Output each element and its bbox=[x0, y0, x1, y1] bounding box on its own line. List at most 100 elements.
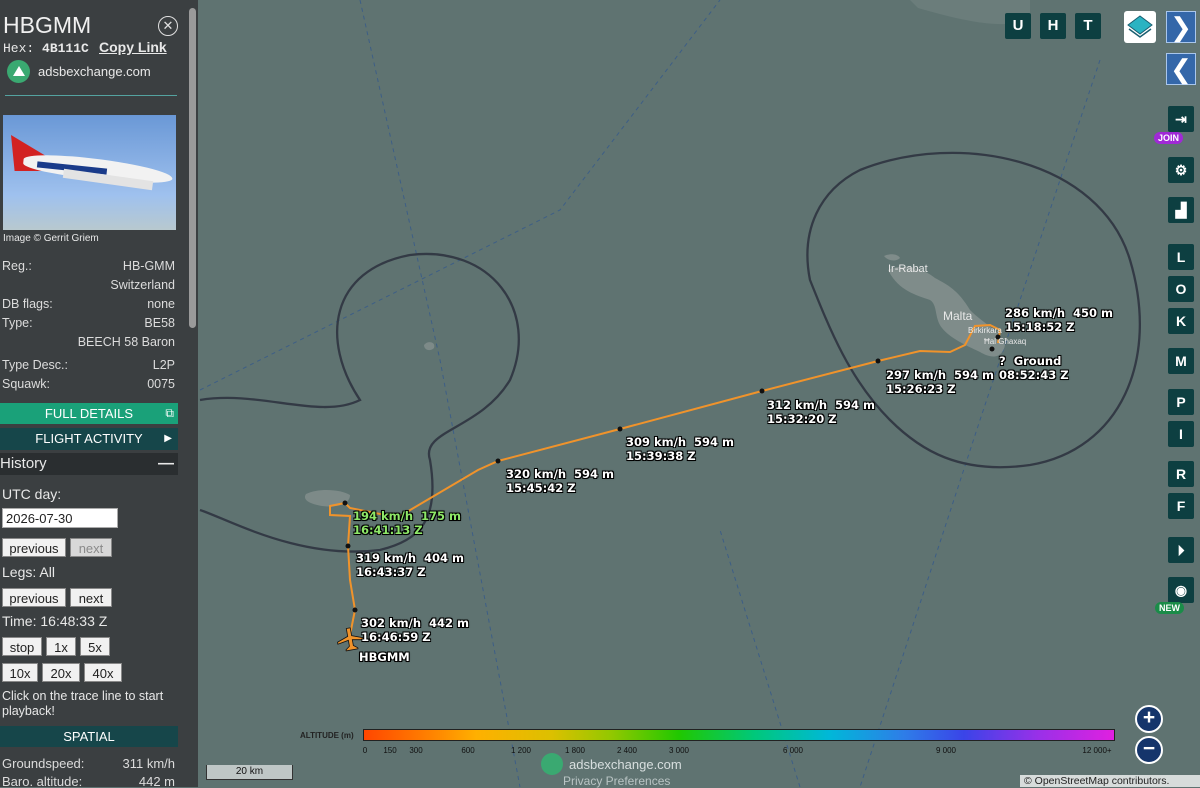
label-time: 08:52:43 Z bbox=[999, 368, 1069, 382]
altitude-tick: 12 000+ bbox=[1082, 746, 1112, 755]
speed-1x-button[interactable]: 1x bbox=[46, 637, 76, 656]
layers-icon bbox=[1127, 15, 1153, 38]
day-next-button[interactable]: next bbox=[70, 538, 112, 557]
zoom-in-button[interactable]: + bbox=[1135, 705, 1163, 733]
play-circle-icon: ⏵ bbox=[1177, 542, 1185, 558]
site-name: adsbexchange.com bbox=[38, 64, 151, 79]
caret-right-icon: ▶ bbox=[164, 433, 172, 444]
flight-activity-label: FLIGHT ACTIVITY bbox=[35, 431, 143, 446]
date-input[interactable]: 2026-07-30 bbox=[2, 508, 118, 528]
track-label[interactable]: 309 km/h 594 m 15:39:38 Z bbox=[626, 435, 734, 463]
map-attribution[interactable]: © OpenStreetMap contributors. bbox=[1020, 775, 1200, 787]
place-malta: Malta bbox=[943, 309, 973, 323]
altitude-color-bar bbox=[363, 729, 1115, 741]
toggle-m-button[interactable]: M bbox=[1168, 348, 1194, 374]
aircraft-sidebar: HBGMM ✕ Hex: 4B111C Copy Link adsbexchan… bbox=[0, 0, 198, 787]
spatial-header[interactable]: SPATIAL bbox=[0, 726, 178, 747]
flight-activity-button[interactable]: FLIGHT ACTIVITY ▶ bbox=[0, 428, 178, 450]
place-ir-rabat: Ir-Rabat bbox=[888, 263, 928, 275]
toggle-f-button[interactable]: F bbox=[1168, 493, 1194, 519]
linosa-island bbox=[424, 342, 435, 351]
track-label[interactable]: 297 km/h 594 m 15:26:23 Z bbox=[886, 368, 994, 396]
aircraft-callsign: HBGMM bbox=[3, 12, 92, 38]
label-time: 16:46:59 Z bbox=[361, 630, 431, 644]
external-link-icon: ⧉ bbox=[165, 406, 174, 420]
toggle-h-button[interactable]: H bbox=[1040, 13, 1066, 39]
label-alt: 594 m bbox=[574, 467, 615, 481]
podium-icon: ▟ bbox=[1175, 202, 1187, 218]
altitude-tick: 600 bbox=[461, 746, 475, 755]
day-previous-button[interactable]: previous bbox=[2, 538, 66, 557]
leg-previous-button[interactable]: previous bbox=[2, 588, 66, 607]
privacy-preferences-link[interactable]: Privacy Preferences bbox=[563, 774, 670, 788]
dbflags-key: DB flags: bbox=[2, 297, 53, 311]
typedesc-value: L2P bbox=[152, 358, 175, 372]
legs-label: Legs: All bbox=[2, 564, 55, 580]
type-name-value: BEECH 58 Baron bbox=[77, 335, 175, 349]
toggle-k-button[interactable]: K bbox=[1168, 308, 1194, 334]
visibility-button[interactable]: ◉ bbox=[1168, 577, 1194, 603]
track-label[interactable]: 302 km/h 442 m 16:46:59 Z bbox=[361, 616, 469, 644]
speed-20x-button[interactable]: 20x bbox=[42, 663, 80, 682]
collapse-sidebar-button[interactable]: ❮ bbox=[1166, 53, 1196, 85]
dbflags-value: none bbox=[147, 297, 175, 311]
time-label: Time: 16:48:33 Z bbox=[2, 613, 108, 629]
collapse-icon[interactable]: — bbox=[158, 453, 174, 475]
toggle-p-button[interactable]: P bbox=[1168, 389, 1194, 415]
settings-button[interactable]: ⚙ bbox=[1168, 157, 1194, 183]
speed-10x-button[interactable]: 10x bbox=[2, 663, 38, 682]
history-header[interactable]: History — bbox=[0, 453, 178, 475]
label-time: 16:41:13 Z bbox=[353, 523, 423, 537]
toggle-o-button[interactable]: O bbox=[1168, 276, 1194, 302]
altitude-legend-title: ALTITUDE (m) bbox=[300, 731, 354, 740]
stop-button[interactable]: stop bbox=[2, 637, 42, 656]
label-time: 15:45:42 Z bbox=[506, 481, 576, 495]
label-alt: 594 m bbox=[694, 435, 735, 449]
place-hal-ghaxaq: Ħal Għaxaq bbox=[984, 337, 1027, 346]
playback-hint: Click on the trace line to start playbac… bbox=[2, 689, 164, 718]
speed-5x-button[interactable]: 5x bbox=[80, 637, 110, 656]
track-label[interactable]: 286 km/h 450 m 15:18:52 Z bbox=[1005, 306, 1113, 334]
toggle-r-button[interactable]: R bbox=[1168, 461, 1194, 487]
gear-icon: ⚙ bbox=[1174, 162, 1188, 178]
hex-value: 4B111C bbox=[42, 41, 89, 56]
aircraft-tag[interactable]: HBGMM bbox=[359, 650, 410, 664]
track-label[interactable]: 319 km/h 404 m 16:43:37 Z bbox=[356, 551, 464, 579]
join-badge[interactable]: JOIN bbox=[1154, 132, 1184, 144]
label-alt: 594 m bbox=[954, 368, 995, 382]
aircraft-photo[interactable] bbox=[3, 115, 176, 230]
sidebar-scrollbar[interactable] bbox=[189, 8, 196, 328]
full-details-button[interactable]: FULL DETAILS ⧉ bbox=[0, 403, 178, 424]
layers-button[interactable] bbox=[1124, 11, 1156, 43]
track-label[interactable]: 194 km/h 175 m 16:41:13 Z bbox=[353, 509, 461, 537]
toggle-u-button[interactable]: U bbox=[1005, 13, 1031, 39]
adsbexchange-logo-icon bbox=[7, 60, 30, 83]
label-time: 15:32:20 Z bbox=[767, 412, 837, 426]
type-key: Type: bbox=[2, 316, 33, 330]
speed-40x-button[interactable]: 40x bbox=[84, 663, 122, 682]
map-canvas[interactable]: Ir-Rabat Malta Birkirkara Ħal Għaxaq 286… bbox=[198, 0, 1200, 787]
groundspeed-key: Groundspeed: bbox=[2, 756, 85, 771]
zoom-out-button[interactable]: − bbox=[1135, 736, 1163, 764]
track-label[interactable]: 320 km/h 594 m 15:45:42 Z bbox=[506, 467, 614, 495]
track-label[interactable]: 312 km/h 594 m 15:32:20 Z bbox=[767, 398, 875, 426]
photo-credit: Image © Gerrit Griem bbox=[3, 233, 99, 244]
label-alt: 594 m bbox=[835, 398, 876, 412]
altitude-tick: 0 bbox=[362, 746, 368, 755]
login-button[interactable]: ⇥ bbox=[1168, 106, 1194, 132]
map-svg[interactable] bbox=[198, 0, 1200, 787]
toggle-t-button[interactable]: T bbox=[1075, 13, 1101, 39]
toggle-i-button[interactable]: I bbox=[1168, 421, 1194, 447]
copy-link[interactable]: Copy Link bbox=[99, 39, 167, 55]
replay-button[interactable]: ⏵ bbox=[1168, 537, 1194, 563]
altitude-tick: 1 200 bbox=[510, 746, 532, 755]
stats-button[interactable]: ▟ bbox=[1168, 197, 1194, 223]
leg-next-button[interactable]: next bbox=[70, 588, 112, 607]
altitude-key: Baro. altitude: bbox=[2, 774, 83, 787]
close-icon[interactable]: ✕ bbox=[158, 16, 178, 36]
reg-key: Reg.: bbox=[2, 259, 32, 273]
groundspeed-value: 311 km/h bbox=[122, 756, 175, 771]
track-label[interactable]: ? Ground 08:52:43 Z bbox=[999, 354, 1069, 382]
expand-sidebar-button[interactable]: ❯ bbox=[1166, 11, 1196, 43]
toggle-l-button[interactable]: L bbox=[1168, 244, 1194, 270]
